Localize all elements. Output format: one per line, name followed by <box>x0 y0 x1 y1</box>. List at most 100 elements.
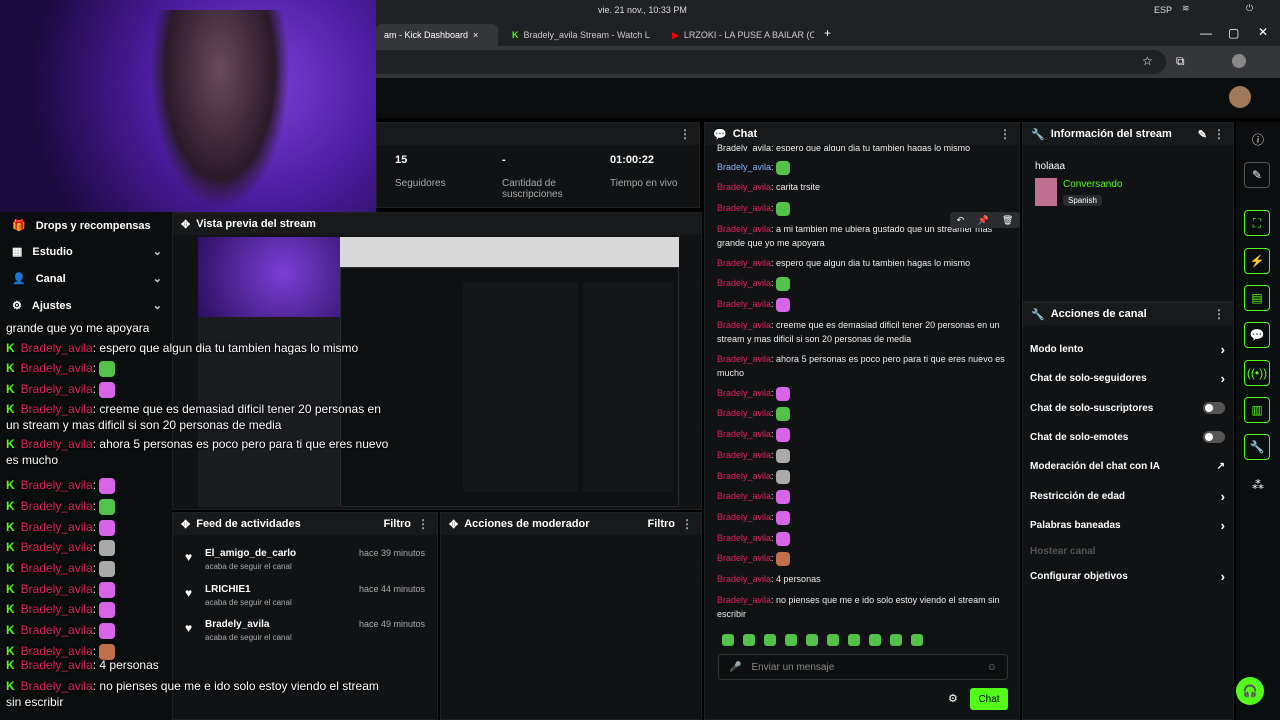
action-chat-de-solo-seguidores[interactable]: Chat de solo-seguidores › <box>1030 370 1225 386</box>
overlay-username: Bradely_avila <box>20 341 93 355</box>
chat-username[interactable]: Bradely_avila <box>717 299 771 309</box>
address-bar[interactable] <box>376 50 1166 74</box>
chat-username[interactable]: Bradely_avila <box>717 408 771 418</box>
emote[interactable] <box>890 634 902 646</box>
emote[interactable] <box>911 634 923 646</box>
more-icon[interactable]: ⋮ <box>417 517 429 531</box>
emote[interactable] <box>848 634 860 646</box>
bolt-icon[interactable]: ⚡ <box>1244 248 1270 274</box>
kick-icon: K <box>6 361 15 375</box>
action-restricci-n-de-edad[interactable]: Restricción de edad › <box>1030 489 1225 504</box>
new-tab-icon[interactable]: + <box>824 26 831 40</box>
broadcast-icon[interactable]: ((•)) <box>1244 360 1270 386</box>
chat-username[interactable]: Bradely_avila <box>717 258 771 268</box>
chat-message: Bradely_avila: <box>717 406 1007 421</box>
bookmark-star-icon[interactable]: ☆ <box>1142 54 1153 68</box>
chat-top-line: Bradely_avila: espero que algun dia tu t… <box>717 143 971 151</box>
stream-info-panel: 🔧 Información del stream ✎ ⋮ holaaa Convers… <box>1022 122 1234 302</box>
chat-username[interactable]: Bradely_avila <box>717 471 771 481</box>
chat-message: Bradely_avila: 4 personas <box>717 574 821 584</box>
chevron-down-icon: ⌄ <box>152 246 162 258</box>
action-chat-de-solo-emotes[interactable]: Chat de solo-emotes <box>1030 430 1225 444</box>
tab-kick-dashboard[interactable]: am - Kick Dashboard × <box>376 24 498 46</box>
avatar[interactable] <box>1229 86 1251 108</box>
chat-username[interactable]: Bradely_avila <box>717 203 771 213</box>
chat-username[interactable]: Bradely_avila <box>717 354 771 364</box>
tab-youtube[interactable]: ▶ LRZOKI - LA PUSE A BAILAR (O <box>664 24 814 46</box>
chat-username[interactable]: Bradely_avila <box>717 182 771 192</box>
tab-stream-watch[interactable]: K Bradely_avila Stream - Watch L <box>504 24 654 46</box>
chat-username[interactable]: Bradely_avila <box>717 429 771 439</box>
chat-username[interactable]: Bradely_avila <box>717 595 771 605</box>
pin-icon[interactable]: 📌 <box>977 215 988 226</box>
emote[interactable] <box>827 634 839 646</box>
server-icon[interactable]: ▥ <box>1244 397 1270 423</box>
more-icon[interactable]: ⋮ <box>999 127 1011 141</box>
emote[interactable] <box>785 634 797 646</box>
more-icon[interactable]: ⋮ <box>1213 307 1225 321</box>
chat-username[interactable]: Bradely_avila <box>717 533 771 543</box>
action-chat-de-solo-suscriptores[interactable]: Chat de solo-suscriptores <box>1030 401 1225 415</box>
maximize-icon[interactable]: ▢ <box>1228 26 1239 40</box>
profile-icon[interactable] <box>1232 54 1246 68</box>
toggle-switch[interactable] <box>1203 402 1225 414</box>
action-modo-lento[interactable]: Modo lento › <box>1030 342 1225 357</box>
action-palabras-baneadas[interactable]: Palabras baneadas › <box>1030 518 1225 533</box>
edit-icon[interactable]: ✎ <box>1198 128 1207 141</box>
chat-username[interactable]: Bradely_avila <box>717 553 771 563</box>
gear-icon[interactable]: ⚙ <box>948 692 958 705</box>
emote[interactable] <box>764 634 776 646</box>
reply-icon[interactable]: ↶ <box>957 215 965 226</box>
chat-username[interactable]: Bradely_avila <box>717 388 771 398</box>
wrench-icon: 🔧 <box>1031 128 1045 141</box>
overlay-chat-line: K Bradely_avila: creeme que es demasiad d… <box>6 402 381 432</box>
minimize-icon[interactable]: — <box>1200 26 1212 40</box>
chat-icon[interactable]: 💬 <box>1244 322 1270 348</box>
overlay-text: 4 personas <box>99 658 159 672</box>
chat-username[interactable]: Bradely_avila <box>717 450 771 460</box>
chat-input[interactable]: 🎤 Enviar un mensaje ☺ <box>718 654 1008 680</box>
action-moderaci-n-del-chat-con-ia[interactable]: Moderación del chat con IA ↗ <box>1030 459 1225 473</box>
cluster-icon[interactable]: ⁂ <box>1252 478 1264 492</box>
emote[interactable] <box>806 634 818 646</box>
window-close-icon[interactable]: ✕ <box>1258 25 1268 39</box>
nav-item-estudio[interactable]: ▦ Estudio ⌄ <box>12 245 162 259</box>
document-icon[interactable]: ▤ <box>1244 285 1270 311</box>
more-icon[interactable]: ⋮ <box>1213 127 1225 141</box>
support-icon[interactable]: 🎧 <box>1236 677 1264 705</box>
chat-username[interactable]: Bradely_avila <box>717 224 771 234</box>
mod-filter-button[interactable]: Filtro <box>648 518 676 530</box>
move-icon: ✥ <box>449 518 459 531</box>
nav-item-canal[interactable]: 👤 Canal ⌄ <box>12 272 162 286</box>
chat-username[interactable]: Bradely_avila <box>717 574 771 584</box>
chat-username[interactable]: Bradely_avila <box>717 512 771 522</box>
chat-username[interactable]: Bradely_avila <box>717 162 771 172</box>
close-icon[interactable]: × <box>473 30 478 40</box>
microphone-icon[interactable]: 🎤 <box>729 662 741 673</box>
overlay-username: Bradely_avila <box>20 499 93 513</box>
pencil-icon[interactable]: ✎ <box>1244 162 1270 188</box>
chat-username[interactable]: Bradely_avila <box>717 320 771 330</box>
more-icon[interactable]: ⋮ <box>679 127 691 141</box>
emoji-icon[interactable]: ☺ <box>987 662 997 673</box>
emote[interactable] <box>722 634 734 646</box>
chevron-down-icon: ⌄ <box>152 273 162 285</box>
extensions-icon[interactable]: ⧉ <box>1176 54 1185 69</box>
more-icon[interactable]: ⋮ <box>681 517 693 531</box>
chat-username[interactable]: Bradely_avila <box>717 278 771 288</box>
emote[interactable] <box>869 634 881 646</box>
overlay-username: Bradely_avila <box>20 540 93 554</box>
chevron-right-icon: › <box>1220 370 1225 386</box>
toggle-switch[interactable] <box>1203 431 1225 443</box>
action-configurar-objetivos[interactable]: Configurar objetivos › <box>1030 569 1225 584</box>
nav-item-drops[interactable]: 🎁 Drops y recompensas <box>12 219 162 233</box>
chat-username[interactable]: Bradely_avila <box>717 491 771 501</box>
info-icon[interactable]: ⓘ <box>1252 131 1264 148</box>
wrench-icon[interactable]: 🔧 <box>1244 434 1270 460</box>
chat-send-button[interactable]: Chat <box>970 688 1008 710</box>
category-name[interactable]: Conversando <box>1063 179 1122 190</box>
emote[interactable] <box>743 634 755 646</box>
focus-icon[interactable]: ⛶ <box>1244 210 1270 236</box>
nav-item-ajustes[interactable]: ⚙ Ajustes ⌄ <box>12 299 162 313</box>
delete-icon[interactable]: 🗑 <box>1002 215 1013 226</box>
